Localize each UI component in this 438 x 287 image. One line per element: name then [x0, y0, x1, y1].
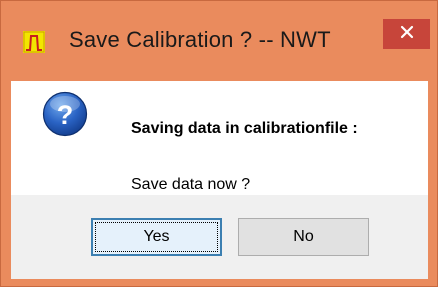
yes-button[interactable]: Yes	[91, 218, 222, 256]
dialog-client-area: ? Saving data in calibrationfile : Save …	[11, 81, 428, 279]
title-bar[interactable]: Save Calibration ? -- NWT	[1, 1, 437, 79]
question-icon: ?	[42, 91, 88, 137]
close-icon	[400, 25, 414, 44]
message-question: Save data now ?	[131, 176, 251, 193]
nwt-app-icon	[23, 31, 45, 53]
close-button[interactable]	[383, 19, 430, 49]
dialog-window: Save Calibration ? -- NWT ? Saving data …	[0, 0, 438, 287]
no-button[interactable]: No	[238, 218, 369, 256]
svg-text:?: ?	[57, 100, 74, 130]
no-button-label: No	[293, 228, 314, 245]
message-heading: Saving data in calibrationfile :	[131, 120, 358, 137]
window-title: Save Calibration ? -- NWT	[69, 27, 331, 52]
yes-button-label: Yes	[143, 228, 170, 245]
